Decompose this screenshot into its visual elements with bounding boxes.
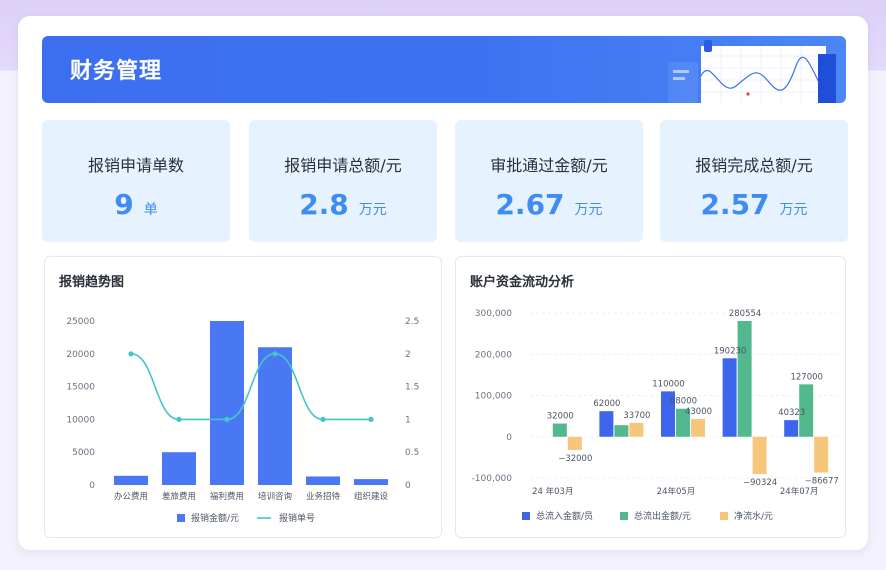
y-tick-label: 200,000 — [475, 350, 512, 360]
bar — [354, 479, 388, 485]
bar — [752, 436, 767, 475]
x-tick-label: 差旅费用 — [162, 491, 196, 502]
page-title: 财务管理 — [70, 59, 163, 84]
y-left-tick-label: 5000 — [72, 448, 95, 458]
bar — [691, 419, 705, 437]
y-right-tick-label: 1.5 — [405, 383, 419, 393]
page-header: 财务管理 — [42, 36, 846, 103]
reimbursement-trend-chart: 25000 20000 15000 10000 5000 0 2.5 2 1.5 1 0.5 0 办公费… — [66, 317, 419, 524]
data-label: 127000 — [790, 372, 822, 382]
stat-card-application-count: 报销申请单数 9 单 — [42, 120, 230, 242]
y-left-tick-label: 10000 — [66, 415, 95, 425]
bar — [599, 411, 614, 437]
bar — [114, 475, 148, 485]
stat-unit: 万元 — [358, 202, 387, 218]
y-left-tick-label: 20000 — [66, 350, 95, 360]
x-tick-label: 24年05月 — [657, 486, 696, 497]
stat-label: 审批通过金额/元 — [490, 156, 608, 175]
bar — [210, 321, 244, 485]
bar — [614, 425, 629, 437]
line-point — [320, 416, 326, 422]
legend-swatch — [620, 512, 628, 520]
stat-unit: 万元 — [574, 202, 603, 218]
x-tick-label: 培训咨询 — [258, 491, 292, 502]
bar — [567, 436, 582, 450]
y-right-tick-label: 2 — [405, 350, 411, 360]
header-illustration — [668, 40, 836, 103]
data-label: 62000 — [593, 399, 620, 409]
x-tick-label: 福利费用 — [210, 491, 244, 502]
legend-label: 总流入金额/员 — [536, 510, 593, 522]
y-tick-label: -100,000 — [472, 474, 513, 484]
stat-card-completed-total: 报销完成总额/元 2.57 万元 — [660, 120, 848, 242]
x-tick-label: 业务招待 — [306, 491, 341, 502]
stat-card-approved-amount: 审批通过金额/元 2.67 万元 — [455, 120, 643, 242]
bar — [722, 358, 737, 437]
y-left-tick-label: 0 — [89, 481, 95, 491]
y-tick-label: 100,000 — [475, 392, 512, 402]
legend-swatch — [720, 512, 728, 520]
y-right-tick-label: 2.5 — [405, 317, 419, 327]
legend-swatch — [522, 512, 530, 520]
bar — [552, 423, 567, 437]
y-left-tick-label: 25000 — [66, 317, 95, 327]
chart-title: 账户资金流动分析 — [470, 275, 575, 290]
stat-label: 报销申请单数 — [87, 156, 184, 175]
chart-title: 报销趋势图 — [59, 275, 125, 290]
reimbursement-trend-card: 25000 20000 15000 10000 5000 0 2.5 2 1.5 1 0.5 0 办公费… — [44, 256, 442, 538]
bar — [784, 420, 799, 437]
data-label: −86677 — [805, 477, 839, 487]
stat-value: 2.57 — [700, 188, 770, 221]
legend-swatch-bar — [177, 514, 185, 522]
data-label: 33700 — [623, 411, 650, 421]
series-line — [130, 352, 371, 421]
line-point — [224, 416, 230, 422]
stat-value: 2.67 — [495, 188, 565, 221]
legend-label: 总流出金额/元 — [634, 510, 691, 522]
x-tick-label: 24年07月 — [780, 486, 819, 497]
bar — [737, 321, 752, 437]
x-tick-label: 组织建设 — [354, 491, 389, 502]
line-point — [128, 351, 134, 357]
stat-unit: 单 — [143, 202, 158, 218]
y-tick-label: 300,000 — [475, 309, 512, 319]
y-right-tick-label: 1 — [405, 415, 411, 425]
stat-value: 9 — [114, 188, 134, 221]
y-tick-label: 0 — [506, 433, 512, 443]
x-tick-label: 24 年03月 — [532, 486, 573, 497]
data-label: 110000 — [652, 379, 684, 389]
bar — [306, 476, 340, 485]
data-label: 190230 — [714, 346, 746, 356]
y-right-tick-label: 0 — [405, 481, 411, 491]
stat-unit: 万元 — [779, 202, 808, 218]
y-left-tick-label: 15000 — [66, 383, 95, 393]
data-label: −32000 — [558, 454, 592, 464]
legend-label: 报销单号 — [279, 512, 315, 524]
bar — [258, 347, 292, 485]
data-label: 43000 — [685, 407, 712, 417]
stat-label: 报销完成总额/元 — [695, 156, 813, 175]
cash-flow-card: 300,000 200,000 100,000 0 -100,000 32000 −3200… — [455, 256, 846, 538]
data-label: 280554 — [729, 309, 761, 319]
y-right-tick-label: 0.5 — [405, 448, 419, 458]
legend-label: 净流水/元 — [734, 510, 773, 522]
bar — [629, 422, 644, 437]
data-label: −90324 — [743, 478, 777, 488]
data-label: 40323 — [778, 408, 805, 418]
line-point — [272, 351, 278, 357]
cash-flow-chart: 300,000 200,000 100,000 0 -100,000 32000 −3200… — [472, 309, 839, 522]
line-point — [176, 416, 182, 422]
stat-label: 报销申请总额/元 — [284, 156, 402, 175]
x-tick-label: 办公费用 — [114, 491, 148, 502]
data-label: 32000 — [547, 412, 574, 422]
line-point — [368, 416, 374, 422]
stat-value: 2.8 — [299, 188, 349, 221]
legend-label: 报销金额/元 — [191, 512, 239, 524]
stat-card-application-total: 报销申请总额/元 2.8 万元 — [249, 120, 437, 242]
bar — [162, 452, 196, 485]
data-label: 68000 — [670, 397, 697, 407]
bar — [814, 436, 829, 473]
